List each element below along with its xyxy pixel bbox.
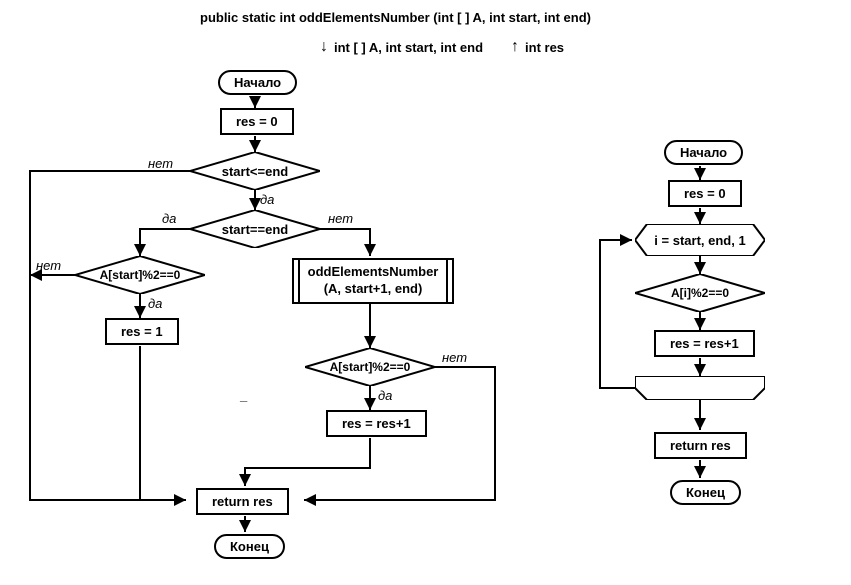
right-end-node: Конец <box>670 480 741 505</box>
left-cond4-no-label: нет <box>442 350 467 365</box>
right-cond-text: A[i]%2==0 <box>671 286 729 300</box>
input-label: int [ ] A, int start, int end <box>334 40 483 55</box>
left-cond4-yes-label: да <box>378 388 392 403</box>
left-call-node: oddElementsNumber (A, start+1, end) <box>292 258 454 304</box>
input-arrow-icon <box>320 38 330 56</box>
right-loop-text: i = start, end, 1 <box>654 233 745 248</box>
left-cond3-yes-label: да <box>148 296 162 311</box>
left-cond3-text: A[start]%2==0 <box>100 268 181 282</box>
right-inc-node: res = res+1 <box>654 330 755 357</box>
left-underscore: _ <box>240 388 247 403</box>
left-cond3-no-label: нет <box>36 258 61 273</box>
left-set1-node: res = 1 <box>105 318 179 345</box>
right-loop-footer <box>635 376 765 400</box>
left-cond1-no-label: нет <box>148 156 173 171</box>
output-label: int res <box>525 40 564 55</box>
right-loop-header: i = start, end, 1 <box>635 224 765 256</box>
left-init-node: res = 0 <box>220 108 294 135</box>
left-start-node: Начало <box>218 70 297 95</box>
left-cond4-text: A[start]%2==0 <box>330 360 411 374</box>
left-cond3-node: A[start]%2==0 <box>75 256 205 294</box>
left-cond2-node: start==end <box>190 210 320 248</box>
right-start-node: Начало <box>664 140 743 165</box>
left-end-node: Конец <box>214 534 285 559</box>
left-cond4-node: A[start]%2==0 <box>305 348 435 386</box>
left-cond1-node: start<=end <box>190 152 320 190</box>
right-return-node: return res <box>654 432 747 459</box>
function-signature: public static int oddElementsNumber (int… <box>200 10 591 25</box>
right-cond-node: A[i]%2==0 <box>635 274 765 312</box>
left-cond2-no-label: нет <box>328 211 353 226</box>
output-arrow-icon <box>511 38 521 56</box>
left-return-node: return res <box>196 488 289 515</box>
left-inc-node: res = res+1 <box>326 410 427 437</box>
left-cond2-text: start==end <box>222 222 288 237</box>
right-init-node: res = 0 <box>668 180 742 207</box>
left-cond1-text: start<=end <box>222 164 288 179</box>
left-cond1-yes-label: да <box>260 192 274 207</box>
left-cond2-yes-label: да <box>162 211 176 226</box>
io-labels: int [ ] A, int start, int end int res <box>320 38 564 56</box>
